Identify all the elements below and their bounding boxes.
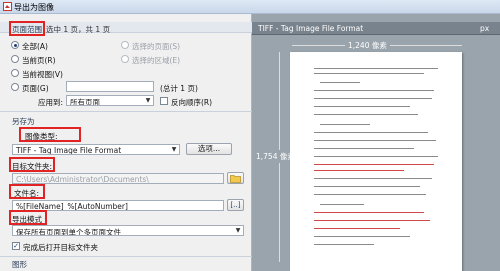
window-title: 导出为图像 xyxy=(14,3,54,12)
radio-current-page-label: 当前页(R) xyxy=(22,56,56,65)
text-line xyxy=(314,114,418,116)
text-line xyxy=(314,212,424,214)
image-type-label: 图像类型: xyxy=(25,132,58,141)
text-line xyxy=(314,194,426,196)
text-line xyxy=(314,178,432,180)
section-divider xyxy=(0,111,252,112)
reverse-order-label: 反向顺序(R) xyxy=(171,98,213,107)
title-bar xyxy=(0,0,500,14)
export-mode-select[interactable]: 保存所有页面到单个多页面文件 ▼ xyxy=(12,225,244,236)
preview-unit: px xyxy=(480,24,490,33)
text-line xyxy=(314,90,434,92)
text-line xyxy=(314,148,414,150)
radio-selected-pages-label: 选择的页面(S) xyxy=(132,42,181,51)
radio-pages-label: 页面(G) xyxy=(22,84,49,93)
text-line xyxy=(314,186,420,188)
text-line xyxy=(314,140,436,142)
chevron-down-icon: ▼ xyxy=(145,97,151,104)
radio-current-view-label: 当前视图(V) xyxy=(22,70,63,79)
app-icon xyxy=(3,2,12,11)
filename-label: 文件名: xyxy=(14,189,40,198)
export-mode-label: 导出模式 xyxy=(12,215,42,224)
text-line xyxy=(314,68,438,70)
preview-width: 1,240 像素 xyxy=(345,40,390,51)
reverse-order-checkbox[interactable] xyxy=(160,97,168,105)
apply-to-label: 应用到: xyxy=(38,98,64,107)
pages-input[interactable] xyxy=(66,81,154,92)
chevron-down-icon: ▼ xyxy=(171,146,177,153)
target-folder-label: 目标文件夹: xyxy=(12,162,53,171)
open-folder-label: 完成后打开目标文件夹 xyxy=(23,243,98,252)
section-divider xyxy=(0,256,252,257)
image-type-value: TIFF - Tag Image File Format xyxy=(16,146,122,155)
filename-input[interactable]: %[FileName]_%[AutoNumber] xyxy=(12,200,224,211)
macro-icon: [‥] xyxy=(230,201,241,209)
radio-pages[interactable] xyxy=(11,83,19,91)
text-line xyxy=(314,170,404,172)
text-line xyxy=(320,124,370,126)
apply-to-value: 所有页面 xyxy=(70,98,100,106)
text-line xyxy=(320,204,364,206)
radio-current-page[interactable] xyxy=(11,55,19,63)
text-line xyxy=(314,228,400,230)
text-line xyxy=(320,82,360,84)
text-line xyxy=(314,156,438,158)
radio-all-label: 全部(A) xyxy=(22,42,48,51)
text-line xyxy=(314,73,424,75)
radio-selected-area[interactable] xyxy=(121,55,129,63)
image-type-select[interactable]: TIFF - Tag Image File Format ▼ xyxy=(12,144,180,155)
browse-folder-button[interactable] xyxy=(227,172,244,184)
text-line xyxy=(314,106,410,108)
options-button[interactable]: 选项... xyxy=(186,143,232,155)
page-range-header: 页面范围 xyxy=(12,25,42,34)
chevron-down-icon: ▼ xyxy=(235,227,241,234)
radio-all[interactable] xyxy=(11,41,19,49)
text-line xyxy=(314,244,374,246)
text-line xyxy=(314,98,432,100)
graphics-header: 图形 xyxy=(12,260,27,269)
text-line xyxy=(314,220,430,222)
preview-title: TIFF - Tag Image File Format xyxy=(258,24,364,33)
total-pages-text: (总计 1 页) xyxy=(160,84,198,93)
folder-icon xyxy=(230,175,241,183)
radio-selected-area-label: 选择的区域(E) xyxy=(132,56,181,65)
apply-to-select[interactable]: 所有页面 ▼ xyxy=(66,95,154,106)
target-folder-input[interactable]: C:\Users\Administrator\Documents\ xyxy=(12,173,224,184)
text-line xyxy=(314,164,434,166)
export-mode-value: 保存所有页面到单个多页面文件 xyxy=(16,228,121,236)
save-as-header: 另存为 xyxy=(12,117,35,126)
page-range-summary: 选中 1 页，共 1 页 xyxy=(46,25,111,34)
text-line xyxy=(314,236,410,238)
radio-selected-pages[interactable] xyxy=(121,41,129,49)
radio-current-view[interactable] xyxy=(11,69,19,77)
text-line xyxy=(314,132,428,134)
open-folder-checkbox[interactable]: ✓ xyxy=(12,242,20,250)
page-preview xyxy=(290,52,462,271)
filename-macro-button[interactable]: [‥] xyxy=(227,199,244,211)
